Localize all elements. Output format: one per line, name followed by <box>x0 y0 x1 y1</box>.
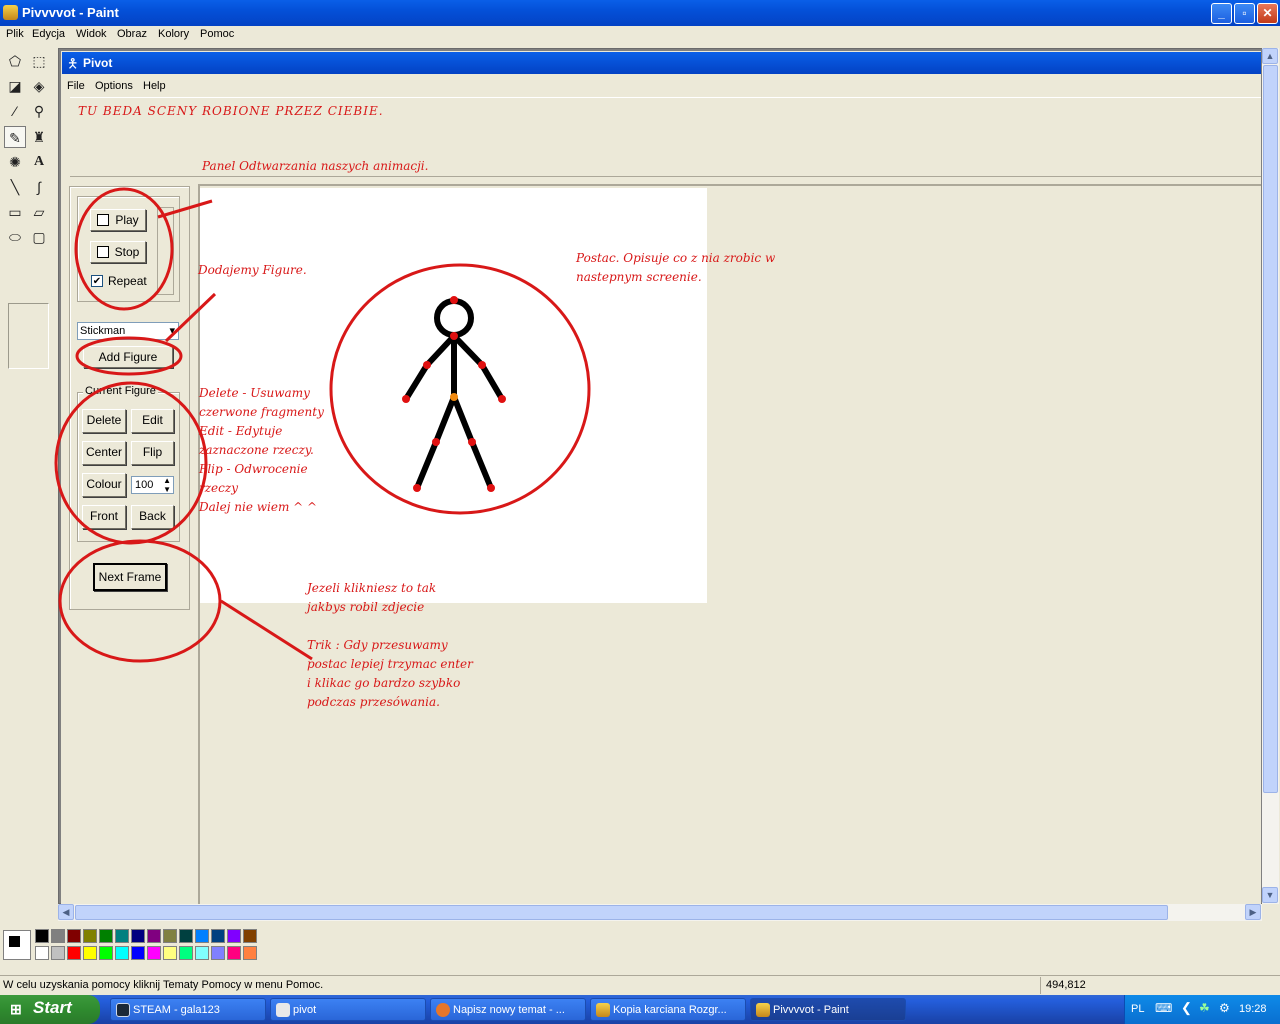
current-colors-box[interactable] <box>3 930 31 960</box>
postac-annotation-2: nastepnym screenie. <box>576 270 702 284</box>
color-swatch[interactable] <box>35 946 49 960</box>
stickman-joints <box>402 296 506 492</box>
network-icon[interactable]: ☘ <box>1199 1001 1210 1015</box>
trick-annotation-line: podczas przesówania. <box>307 695 440 709</box>
delete-annotation-line: Dalej nie wiem ^ ^ <box>199 500 318 514</box>
paint-icon <box>756 1003 770 1017</box>
annotation-drawing <box>54 187 591 663</box>
color-swatch[interactable] <box>243 946 257 960</box>
color-swatch[interactable] <box>147 929 161 943</box>
color-palette <box>0 926 1280 968</box>
delete-annotation-line: rzeczy <box>199 481 238 495</box>
color-swatch[interactable] <box>51 946 65 960</box>
color-swatch[interactable] <box>195 946 209 960</box>
taskbar-item-label: STEAM - gala123 <box>133 1004 220 1016</box>
color-swatch[interactable] <box>67 929 81 943</box>
windows-logo-icon: ⊞ <box>10 1001 22 1017</box>
color-swatch[interactable] <box>131 929 145 943</box>
color-swatch[interactable] <box>99 946 113 960</box>
taskbar-item-label: Kopia karciana Rozgr... <box>613 1004 727 1016</box>
start-button[interactable]: ⊞ Start <box>0 995 100 1024</box>
color-swatch[interactable] <box>195 929 209 943</box>
color-swatch[interactable] <box>115 946 129 960</box>
play-stop-circle <box>74 187 174 311</box>
color-swatch[interactable] <box>163 946 177 960</box>
color-swatch[interactable] <box>227 929 241 943</box>
pointer-line-next <box>220 599 313 661</box>
vertical-scroll-thumb[interactable] <box>1263 65 1278 793</box>
panel-annotation: Panel Odtwarzania naszych animacji. <box>202 159 429 173</box>
keyboard-icon[interactable]: ⌨ <box>1155 1001 1172 1015</box>
paint-icon <box>596 1003 610 1017</box>
trick-annotation-line: i klikac go bardzo szybko <box>307 676 461 690</box>
color-swatch[interactable] <box>115 929 129 943</box>
color-swatch[interactable] <box>227 946 241 960</box>
color-swatch[interactable] <box>179 929 193 943</box>
next-frame-annotation-line: Jezeli klikniesz to tak <box>307 581 437 595</box>
scroll-right-icon[interactable]: ▶ <box>1245 904 1261 920</box>
pivot-icon <box>276 1003 290 1017</box>
scroll-left-icon[interactable]: ◀ <box>58 904 74 920</box>
horizontal-scroll-thumb[interactable] <box>75 905 1168 920</box>
taskbar-item-paint-pivvvvot[interactable]: Pivvvvot - Paint <box>750 998 906 1021</box>
foreground-color[interactable] <box>8 935 21 948</box>
vertical-scrollbar[interactable]: ▲ ▼ <box>1262 48 1279 904</box>
color-swatch[interactable] <box>51 929 65 943</box>
taskbar-item-label: pivot <box>293 1004 317 1016</box>
clock: 19:28 <box>1239 1003 1267 1015</box>
pointer-line-add <box>164 292 217 343</box>
scroll-up-icon[interactable]: ▲ <box>1262 48 1278 64</box>
language-indicator[interactable]: PL <box>1131 1003 1144 1015</box>
delete-annotation-line: czerwone fragmenty <box>199 405 324 419</box>
taskbar-item-steam[interactable]: STEAM - gala123 <box>110 998 266 1021</box>
color-swatch[interactable] <box>131 946 145 960</box>
color-swatch[interactable] <box>35 929 49 943</box>
trick-annotation-line: Trik : Gdy przesuwamy <box>307 638 448 652</box>
delete-annotation-line: Edit - Edytuje <box>199 424 283 438</box>
color-swatch[interactable] <box>147 946 161 960</box>
taskbar-item-paint-kopia[interactable]: Kopia karciana Rozgr... <box>590 998 746 1021</box>
taskbar-item-firefox[interactable]: Napisz nowy temat - ... <box>430 998 586 1021</box>
add-figure-circle <box>75 336 183 376</box>
steam-tray-icon[interactable]: ⚙ <box>1219 1001 1230 1015</box>
delete-annotation-line: Delete - Usuwamy <box>199 386 310 400</box>
add-figure-annotation: Dodajemy Figure. <box>198 263 307 277</box>
color-swatch[interactable] <box>163 929 177 943</box>
horizontal-scrollbar[interactable]: ◀ ▶ <box>58 904 1262 921</box>
status-coords: 494,812 <box>1046 979 1086 991</box>
next-frame-circle <box>58 539 222 663</box>
next-frame-annotation-line: jakbys robil zdjecie <box>307 600 425 614</box>
pointer-line-play <box>157 199 213 219</box>
firefox-icon <box>436 1003 450 1017</box>
delete-annotation-line: zaznaczone rzeczy. <box>199 443 314 457</box>
taskbar-item-label: Napisz nowy temat - ... <box>453 1004 565 1016</box>
color-swatch[interactable] <box>67 946 81 960</box>
color-swatch[interactable] <box>83 929 97 943</box>
status-divider <box>1040 977 1041 994</box>
color-swatch[interactable] <box>83 946 97 960</box>
steam-icon <box>116 1003 130 1017</box>
color-swatch[interactable] <box>243 929 257 943</box>
color-swatch[interactable] <box>211 929 225 943</box>
color-swatch[interactable] <box>99 929 113 943</box>
delete-annotation-line: Flip - Odwrocenie <box>199 462 308 476</box>
scenes-note: TU BEDA SCENY ROBIONE PRZEZ CIEBIE. <box>78 104 384 118</box>
trick-annotation-line: postac lepiej trzymac enter <box>307 657 473 671</box>
taskbar-item-label: Pivvvvot - Paint <box>773 1004 849 1016</box>
start-label: Start <box>33 998 72 1017</box>
postac-annotation-1: Postac. Opisuje co z nia zrobic w <box>576 251 776 265</box>
color-swatch[interactable] <box>211 946 225 960</box>
system-tray: PL ⌨ ❮ ☘ ⚙ 19:28 <box>1124 995 1280 1024</box>
tray-expand-icon[interactable]: ❮ <box>1181 1000 1192 1016</box>
taskbar-item-pivot[interactable]: pivot <box>270 998 426 1021</box>
status-help-text: W celu uzyskania pomocy kliknij Tematy P… <box>3 979 324 991</box>
scroll-down-icon[interactable]: ▼ <box>1262 887 1278 903</box>
color-swatch[interactable] <box>179 946 193 960</box>
status-bar: W celu uzyskania pomocy kliknij Tematy P… <box>0 975 1280 995</box>
figure-buttons-circle <box>54 381 208 545</box>
